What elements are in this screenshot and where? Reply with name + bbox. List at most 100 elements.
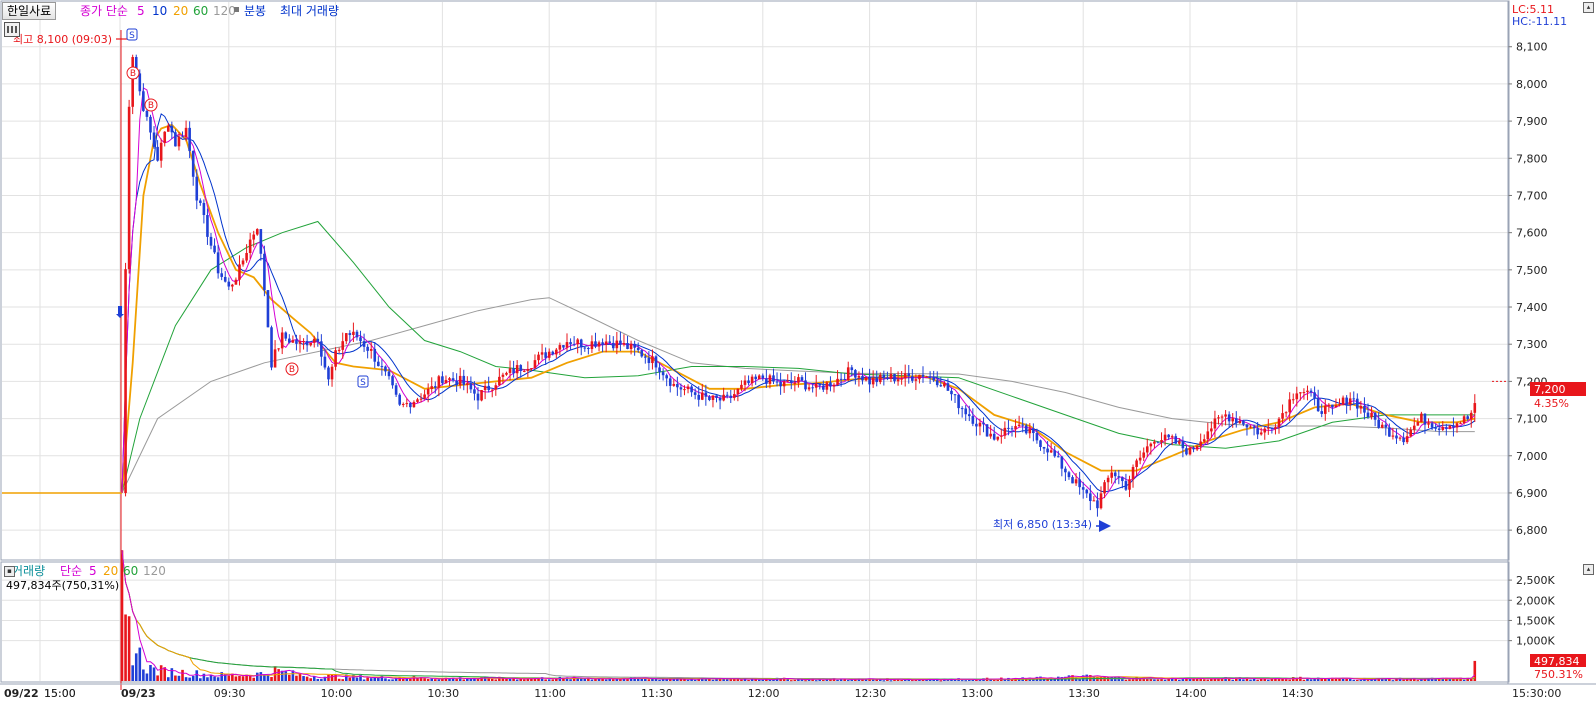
candle-body	[416, 399, 419, 402]
volume-bar	[676, 679, 679, 681]
candle-body	[704, 392, 708, 397]
candle-body	[291, 340, 295, 343]
volume-bar	[978, 680, 982, 682]
volume-bar	[124, 614, 127, 681]
volume-bar	[1242, 679, 1245, 681]
candle-body	[985, 424, 989, 437]
candle-body	[142, 91, 145, 111]
candle-body	[1096, 500, 1099, 509]
candle-body	[1021, 424, 1024, 426]
candle-body	[594, 341, 597, 347]
volume-bar	[882, 680, 886, 682]
volume-ma20[interactable]: 20	[103, 564, 118, 578]
volume-bar	[683, 679, 686, 681]
stock-select-button[interactable]: 한일사료	[2, 2, 57, 20]
high-label: 최고 8,100 (09:03)	[13, 33, 112, 46]
volume-bar	[330, 674, 334, 681]
candle-body	[1032, 428, 1035, 434]
volume-bar	[1309, 679, 1313, 681]
calculator-icon[interactable]	[4, 22, 20, 37]
volume-bar	[455, 679, 458, 681]
candle-body	[1210, 428, 1213, 432]
volume-bar	[227, 675, 231, 681]
candle-body	[1014, 426, 1017, 430]
candle-body	[149, 116, 152, 133]
candle-body	[263, 253, 266, 291]
volume-bar	[1420, 679, 1423, 681]
candle-body	[896, 379, 900, 382]
candle-body	[658, 367, 661, 373]
volume-bar	[996, 679, 1000, 681]
volume-ma120[interactable]: 120	[143, 564, 166, 578]
candle-body	[782, 381, 786, 387]
volume-bar	[515, 679, 519, 681]
candle-body	[903, 373, 907, 379]
volume-bar	[391, 679, 394, 681]
chart-canvas[interactable]: 6,800 6,900 7,000 7,100 7,200 7,300 7,400 7,500…	[0, 0, 1596, 703]
x-tick-label-13: 14:30	[1282, 687, 1314, 700]
legend-ma10[interactable]: 10	[152, 4, 167, 18]
candle-body	[786, 380, 790, 382]
signal-buy-3: B	[285, 362, 299, 376]
candle-body	[1071, 477, 1074, 484]
volume-bar	[1352, 679, 1356, 681]
volume-panel-toggle-icon[interactable]: ▪	[4, 566, 15, 577]
candle-body	[124, 269, 127, 494]
volume-ma60[interactable]: 60	[123, 564, 138, 578]
candle-body	[868, 377, 871, 385]
candle-body	[227, 281, 231, 287]
volume-bar	[1163, 679, 1167, 681]
candle-body	[1242, 420, 1245, 425]
x-tick-label-3: 09:30	[214, 687, 246, 700]
legend-ma120[interactable]: 120	[213, 4, 236, 18]
volume-bar	[686, 679, 690, 681]
legend-ma20[interactable]: 20	[173, 4, 188, 18]
volume-ma5[interactable]: 5	[89, 564, 97, 578]
volume-bar	[711, 679, 715, 681]
candle-body	[1163, 434, 1167, 441]
max-volume-label[interactable]: 최대 거래량	[280, 4, 339, 18]
candle-body	[305, 341, 309, 346]
candle-body	[1402, 437, 1405, 443]
volume-bar	[900, 680, 903, 682]
candle-body	[996, 436, 1000, 440]
candle-body	[829, 382, 832, 387]
candle-body	[177, 136, 181, 147]
candle-body	[1295, 393, 1299, 400]
candle-body	[369, 348, 373, 351]
volume-bar	[348, 677, 352, 681]
candle-body	[1170, 436, 1174, 438]
volume-panel-collapse-icon[interactable]: ▴	[1583, 564, 1594, 575]
volume-bar	[569, 679, 572, 681]
candle-body	[857, 375, 861, 378]
candle-body	[373, 348, 377, 362]
candle-body	[540, 352, 544, 355]
candle-body	[1121, 477, 1124, 482]
candle-body	[775, 381, 779, 383]
volume-bar	[152, 667, 156, 681]
volume-bar	[522, 679, 526, 681]
price-panel-collapse-icon[interactable]: ▴	[1583, 2, 1594, 13]
candle-body	[975, 423, 978, 427]
volume-bar	[1277, 679, 1281, 681]
svg-text:B: B	[148, 101, 154, 111]
volume-bar	[1188, 679, 1192, 681]
legend-ma5[interactable]: 5	[137, 4, 145, 18]
candle-body	[348, 333, 352, 335]
candle-body	[811, 387, 814, 389]
toggle-minute-label[interactable]: 분봉	[244, 4, 266, 18]
candle-body	[1178, 441, 1181, 444]
candle-body	[747, 380, 750, 384]
candle-body	[473, 389, 476, 394]
candle-body	[238, 264, 241, 280]
candle-body	[1313, 392, 1316, 399]
legend-ma60[interactable]: 60	[193, 4, 208, 18]
candle-body	[466, 383, 469, 385]
candle-body	[505, 372, 508, 375]
volume-tick-label-0: 1,000K	[1516, 635, 1555, 648]
volume-bar	[181, 669, 184, 681]
candle-body	[875, 377, 879, 383]
candle-body	[644, 356, 647, 358]
candle-body	[1128, 479, 1131, 490]
candle-body	[1338, 404, 1341, 406]
